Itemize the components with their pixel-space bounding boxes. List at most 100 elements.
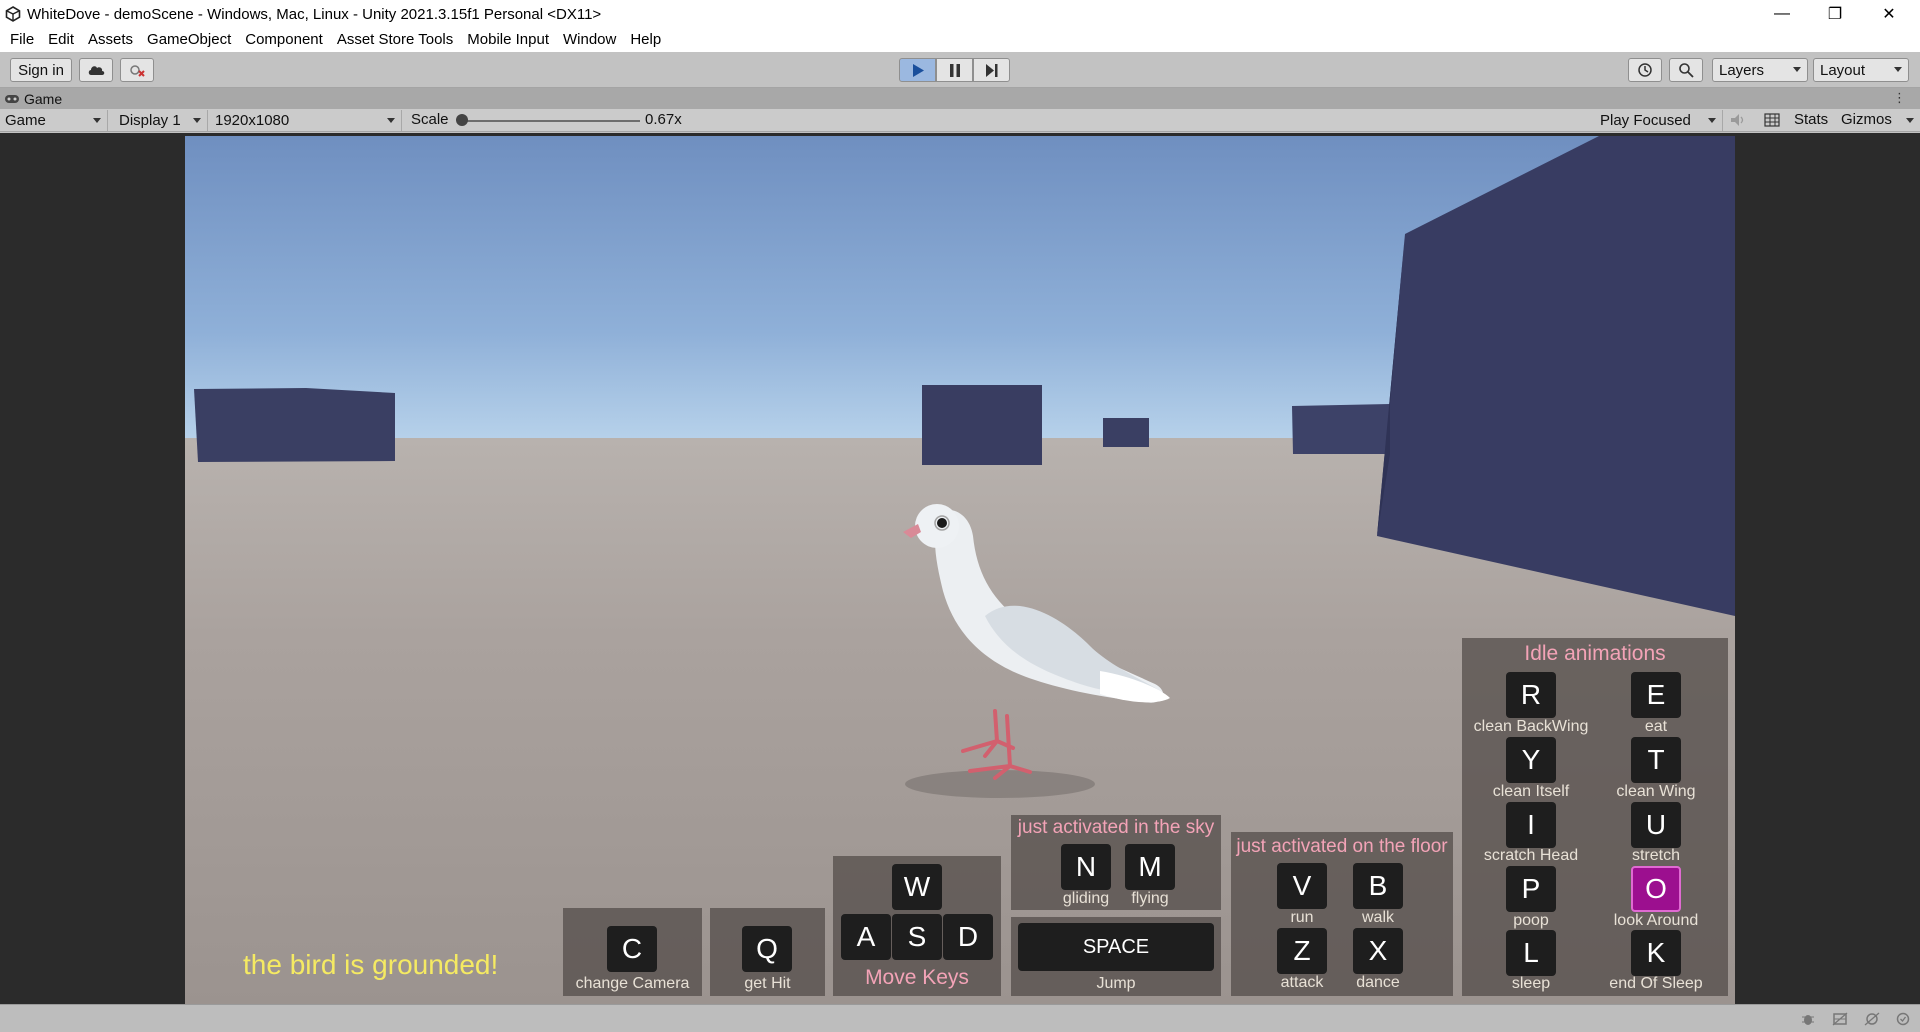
- key-y[interactable]: Y: [1506, 737, 1556, 783]
- block-right-low: [1292, 404, 1390, 454]
- menu-assets[interactable]: Assets: [81, 28, 140, 52]
- menu-asset-store-tools[interactable]: Asset Store Tools: [330, 28, 460, 52]
- gizmos-chevron-down-icon[interactable]: [1906, 118, 1914, 123]
- game-tab-bar: Game ⋮: [0, 88, 1920, 109]
- restore-icon: ❐: [1827, 6, 1843, 23]
- menu-component[interactable]: Component: [238, 28, 330, 52]
- bird-status-message: the bird is grounded!: [243, 949, 499, 980]
- key-k[interactable]: K: [1631, 930, 1681, 976]
- resolution-label: 1920x1080: [215, 112, 290, 129]
- stats-button[interactable]: Stats: [1794, 111, 1828, 128]
- key-v[interactable]: V: [1277, 863, 1327, 909]
- menu-help[interactable]: Help: [623, 28, 668, 52]
- key-m[interactable]: M: [1125, 844, 1175, 890]
- playback-controls: [899, 58, 1010, 82]
- resolution-dropdown[interactable]: 1920x1080: [210, 110, 402, 131]
- key-u[interactable]: U: [1631, 802, 1681, 848]
- block-center: [922, 385, 1042, 465]
- scratch-head-label: scratch Head: [1483, 847, 1579, 864]
- layout-dropdown[interactable]: Layout: [1813, 58, 1909, 82]
- dance-label: dance: [1356, 974, 1400, 991]
- floor-actions-title: just activated on the floor: [1236, 836, 1448, 857]
- scale-slider-handle[interactable]: [456, 114, 468, 126]
- floor-actions-panel: just activated on the floor V B run walk…: [1231, 832, 1453, 996]
- key-z[interactable]: Z: [1277, 928, 1327, 974]
- menu-edit[interactable]: Edit: [41, 28, 81, 52]
- key-n[interactable]: N: [1061, 844, 1111, 890]
- view-mode-dropdown[interactable]: Game: [0, 110, 108, 131]
- play-icon: [912, 63, 924, 77]
- scale-value: 0.67x: [645, 111, 682, 128]
- undo-history-button[interactable]: [1628, 58, 1662, 82]
- gizmos-button[interactable]: Gizmos: [1841, 111, 1892, 128]
- chevron-down-icon: [193, 118, 201, 123]
- clean-wing-label: clean Wing: [1616, 783, 1696, 800]
- change-camera-panel: C change Camera: [563, 908, 702, 996]
- key-a[interactable]: A: [841, 914, 891, 960]
- key-q[interactable]: Q: [742, 926, 792, 972]
- end-of-sleep-label: end Of Sleep: [1609, 975, 1703, 992]
- key-p[interactable]: P: [1506, 866, 1556, 912]
- key-t[interactable]: T: [1631, 737, 1681, 783]
- layers-dropdown[interactable]: Layers: [1712, 58, 1808, 82]
- tab-game[interactable]: Game: [4, 89, 62, 109]
- key-c[interactable]: C: [607, 926, 657, 972]
- window-title: WhiteDove - demoScene - Windows, Mac, Li…: [27, 5, 602, 23]
- cloud-button[interactable]: [79, 58, 113, 82]
- sign-in-button[interactable]: Sign in: [10, 58, 72, 82]
- restore-button[interactable]: ❐: [1812, 0, 1858, 28]
- play-button[interactable]: [899, 58, 936, 82]
- collab-button[interactable]: [120, 58, 154, 82]
- close-button[interactable]: ✕: [1866, 0, 1912, 28]
- menu-mobile-input[interactable]: Mobile Input: [460, 28, 556, 52]
- game-scene-view[interactable]: the bird is grounded! C change Camera Q …: [185, 136, 1735, 1004]
- menu-gameobject[interactable]: GameObject: [140, 28, 238, 52]
- search-button[interactable]: [1669, 58, 1703, 82]
- idle-animations-panel: Idle animations R E clean BackWing eat Y…: [1462, 638, 1728, 996]
- menu-file[interactable]: File: [3, 28, 41, 52]
- pause-button[interactable]: [936, 58, 973, 82]
- key-w[interactable]: W: [892, 864, 942, 910]
- key-o-active[interactable]: O: [1631, 866, 1681, 912]
- bug-icon[interactable]: [1800, 1012, 1816, 1026]
- title-bar: WhiteDove - demoScene - Windows, Mac, Li…: [0, 0, 1920, 28]
- cache-server-icon[interactable]: [1832, 1012, 1848, 1026]
- aspect-grid-button[interactable]: [1764, 113, 1780, 132]
- chevron-down-icon: [1708, 118, 1716, 123]
- key-space[interactable]: SPACE: [1018, 923, 1214, 971]
- key-d[interactable]: D: [943, 914, 993, 960]
- key-r[interactable]: R: [1506, 672, 1556, 718]
- jump-label: Jump: [1096, 975, 1136, 992]
- key-x[interactable]: X: [1353, 928, 1403, 974]
- key-s[interactable]: S: [892, 914, 942, 960]
- scale-slider-track[interactable]: [462, 120, 640, 122]
- auto-generate-lighting-icon[interactable]: [1864, 1012, 1880, 1026]
- block-right-large: [1377, 136, 1735, 616]
- layout-label: Layout: [1820, 61, 1866, 79]
- key-b[interactable]: B: [1353, 863, 1403, 909]
- key-i[interactable]: I: [1506, 802, 1556, 848]
- play-focus-dropdown[interactable]: Play Focused: [1595, 110, 1723, 131]
- status-bar: [0, 1004, 1920, 1032]
- game-view-controls: Game Display 1 1920x1080 Scale 0.67x Pla…: [0, 109, 1920, 132]
- tab-options-icon[interactable]: ⋮: [1893, 90, 1906, 106]
- jump-panel: SPACE Jump: [1011, 917, 1221, 996]
- move-keys-panel: W A S D Move Keys: [833, 856, 1001, 996]
- mute-audio-button[interactable]: [1730, 113, 1746, 132]
- block-left: [194, 388, 395, 462]
- run-label: run: [1290, 909, 1314, 926]
- block-small: [1103, 418, 1149, 447]
- idle-animations-title: Idle animations: [1524, 642, 1666, 665]
- display-dropdown[interactable]: Display 1: [114, 110, 208, 131]
- key-e[interactable]: E: [1631, 672, 1681, 718]
- key-l[interactable]: L: [1506, 930, 1556, 976]
- unity-logo-icon: [5, 6, 21, 22]
- chevron-down-icon: [387, 118, 395, 123]
- unity-editor-window: WhiteDove - demoScene - Windows, Mac, Li…: [0, 0, 1920, 1032]
- menu-window[interactable]: Window: [556, 28, 623, 52]
- chevron-down-icon: [1894, 67, 1902, 72]
- chevron-down-icon: [93, 118, 101, 123]
- minimize-button[interactable]: —: [1759, 0, 1805, 28]
- chevron-down-icon: [1793, 67, 1801, 72]
- step-button[interactable]: [973, 58, 1010, 82]
